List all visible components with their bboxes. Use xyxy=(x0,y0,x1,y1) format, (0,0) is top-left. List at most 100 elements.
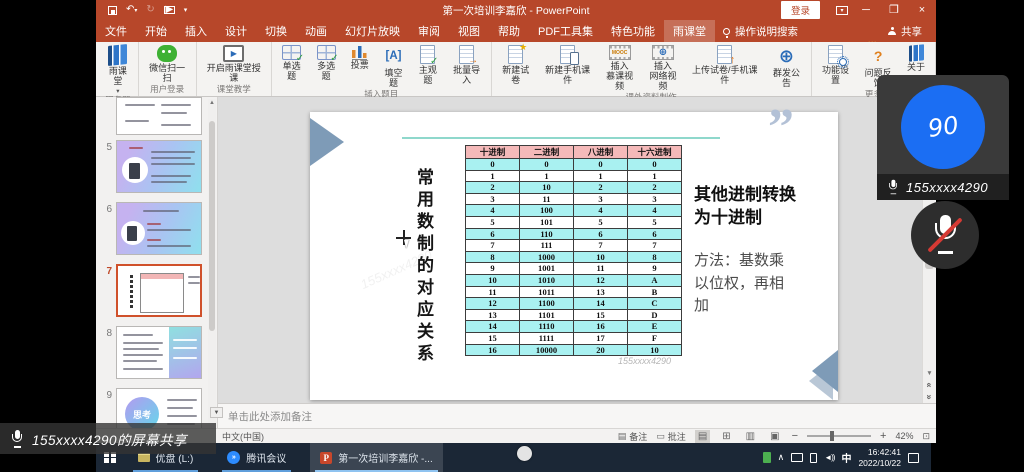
wechat-scan-button[interactable]: 微信扫一扫 xyxy=(142,43,193,84)
function-settings-button[interactable]: 功能设置 xyxy=(815,43,857,86)
normal-view-button[interactable]: ▤ xyxy=(695,430,710,443)
group-announcement-button[interactable]: 群发公告 xyxy=(765,43,807,89)
taskbar-app-label: 腾讯会议 xyxy=(246,450,286,465)
table-cell: 1010 xyxy=(520,274,574,286)
close-button[interactable]: × xyxy=(908,0,936,20)
tl xyxy=(151,181,187,183)
slide-thumbnail-7[interactable] xyxy=(116,264,202,317)
tab-insert[interactable]: 插入 xyxy=(176,20,216,42)
floating-assistant-dot[interactable] xyxy=(517,446,532,461)
tab-home[interactable]: 开始 xyxy=(136,20,176,42)
reading-view-button[interactable]: ▥ xyxy=(743,430,758,443)
tab-pdf-tools[interactable]: PDF工具集 xyxy=(529,20,602,42)
subjective-button[interactable]: 主观题 xyxy=(411,43,444,86)
comments-icon: ▭ xyxy=(656,431,665,442)
number-system-table[interactable]: 十进制二进制八进制十六进制000011112102231133410044510… xyxy=(465,145,682,356)
insert-mooc-video-button[interactable]: 插入 慕课视频 xyxy=(598,43,640,92)
zoom-slider[interactable] xyxy=(807,435,871,437)
zoom-out-button[interactable]: − xyxy=(792,431,798,442)
start-rain-class-button[interactable]: 开启雨课堂授课 xyxy=(200,43,268,84)
slide-editor[interactable]: 常用数制的对应关系 十进制二进制八进制十六进制00001111210223113… xyxy=(310,112,838,400)
new-mobile-courseware-button[interactable]: 新建手机课件 xyxy=(538,43,598,86)
slide-body-text[interactable]: 方法：基数乘以位权，再相加 xyxy=(694,250,794,318)
tab-design[interactable]: 设计 xyxy=(216,20,256,42)
tab-review[interactable]: 审阅 xyxy=(409,20,449,42)
share-label: 共享 xyxy=(901,24,922,39)
tab-transitions[interactable]: 切换 xyxy=(256,20,296,42)
upload-paper-courseware-button[interactable]: 上传试卷/手机课件 xyxy=(685,43,764,86)
notification-center-icon[interactable] xyxy=(908,453,919,463)
table-row: 13110115D xyxy=(466,309,682,321)
slideshow-view-button[interactable]: ▣ xyxy=(767,430,782,443)
tray-expand-icon[interactable]: ∧ xyxy=(778,453,785,462)
language-indicator[interactable]: 中文(中国) xyxy=(222,430,264,443)
slide-thumbnail-5[interactable] xyxy=(116,140,202,193)
notes-toggle[interactable]: ▤ 备注 xyxy=(618,430,648,443)
slide-heading[interactable]: 其他进制转换为十进制 xyxy=(694,184,802,230)
save-icon[interactable] xyxy=(108,6,117,15)
tab-slideshow[interactable]: 幻灯片放映 xyxy=(336,20,409,42)
ribbon-display-options-icon[interactable]: ▾ xyxy=(836,6,848,15)
zoom-slider-thumb[interactable] xyxy=(830,431,834,441)
tab-rain-classroom[interactable]: 雨课堂 xyxy=(664,20,715,42)
mute-microphone-button[interactable] xyxy=(911,201,979,269)
start-slideshow-icon[interactable]: ▶ xyxy=(164,6,175,14)
usb-device-icon[interactable] xyxy=(810,453,817,463)
comments-toggle[interactable]: ▭ 批注 xyxy=(656,430,686,443)
notes-placeholder[interactable]: 单击此处添加备注 xyxy=(218,409,312,424)
scroll-down-icon[interactable]: ▼ xyxy=(926,368,932,379)
slide-thumbnail-6[interactable] xyxy=(116,202,202,255)
usb-status-icon[interactable] xyxy=(763,452,771,463)
restore-button[interactable]: ❐ xyxy=(880,0,908,20)
insert-web-video-button[interactable]: 插入 网络视频 xyxy=(642,43,684,92)
vote-button[interactable]: 投票 xyxy=(344,43,376,71)
fill-blank-button[interactable]: 填空题 xyxy=(377,43,410,89)
decoration-triangle-right xyxy=(812,350,838,392)
volume-icon[interactable]: ◄)) xyxy=(824,453,834,462)
thumbnail-scrollbar[interactable]: ▲ xyxy=(208,99,216,426)
tab-special-features[interactable]: 特色功能 xyxy=(602,20,664,42)
clock[interactable]: 16:42:41 2022/10/22 xyxy=(858,447,901,467)
batch-import-button[interactable]: 批量导入 xyxy=(446,43,488,86)
ime-indicator[interactable]: 中 xyxy=(841,450,851,465)
customize-qat-icon[interactable]: ▾ xyxy=(184,7,188,14)
collapse-notes-icon[interactable]: ▼ xyxy=(210,407,223,418)
undo-icon[interactable]: ↶▾ xyxy=(126,5,137,15)
about-button[interactable]: 关于 xyxy=(900,43,932,73)
search-label: 操作说明搜索 xyxy=(735,24,798,39)
minimize-button[interactable]: ─ xyxy=(852,0,880,20)
single-choice-button[interactable]: 单选题 xyxy=(275,43,308,82)
share-button[interactable]: 共享 xyxy=(888,24,922,39)
notes-pane[interactable]: ▼ 单击此处添加备注 xyxy=(218,403,936,428)
tab-view[interactable]: 视图 xyxy=(449,20,489,42)
zoom-in-button[interactable]: + xyxy=(880,431,886,442)
previous-slide-icon[interactable]: « xyxy=(923,382,935,387)
zoom-level[interactable]: 42% xyxy=(895,431,913,441)
taskbar-app-powerpoint[interactable]: P第一次培训李嘉欣 -... xyxy=(310,443,442,472)
tell-me-search[interactable]: 操作说明搜索 xyxy=(723,24,798,39)
new-paper-icon xyxy=(508,45,523,64)
tab-file[interactable]: 文件 xyxy=(96,20,136,42)
tab-animations[interactable]: 动画 xyxy=(296,20,336,42)
next-slide-icon[interactable]: » xyxy=(923,394,935,399)
new-paper-button[interactable]: 新建试卷 xyxy=(495,43,537,86)
table-cell: 6 xyxy=(628,228,682,240)
tab-help[interactable]: 帮助 xyxy=(489,20,529,42)
redo-icon[interactable]: ↻ xyxy=(146,5,154,15)
display-icon[interactable] xyxy=(791,453,803,462)
notes-icon: ▤ xyxy=(618,431,627,442)
slide-sorter-view-button[interactable]: ⊞ xyxy=(719,430,733,443)
table-row: 10101012A xyxy=(466,274,682,286)
slide-thumbnail-9[interactable]: 思考 xyxy=(116,388,202,428)
login-button[interactable]: 登录 xyxy=(781,1,820,19)
slide-thumbnail-partial[interactable] xyxy=(116,97,202,135)
multi-choice-button[interactable]: 多选题 xyxy=(309,43,342,82)
scroll-up-icon[interactable]: ▲ xyxy=(208,99,216,108)
fit-to-window-icon[interactable]: ⊡ xyxy=(922,431,930,442)
slide-thumbnail-8[interactable] xyxy=(116,326,202,379)
taskbar-app-tencent-meeting[interactable]: »腾讯会议 xyxy=(217,443,296,472)
table-cell: 3 xyxy=(466,193,520,205)
rain-classroom-button[interactable]: 雨课堂▾ xyxy=(101,43,135,95)
tl xyxy=(147,239,161,241)
scrollbar-thumb[interactable] xyxy=(209,121,215,331)
